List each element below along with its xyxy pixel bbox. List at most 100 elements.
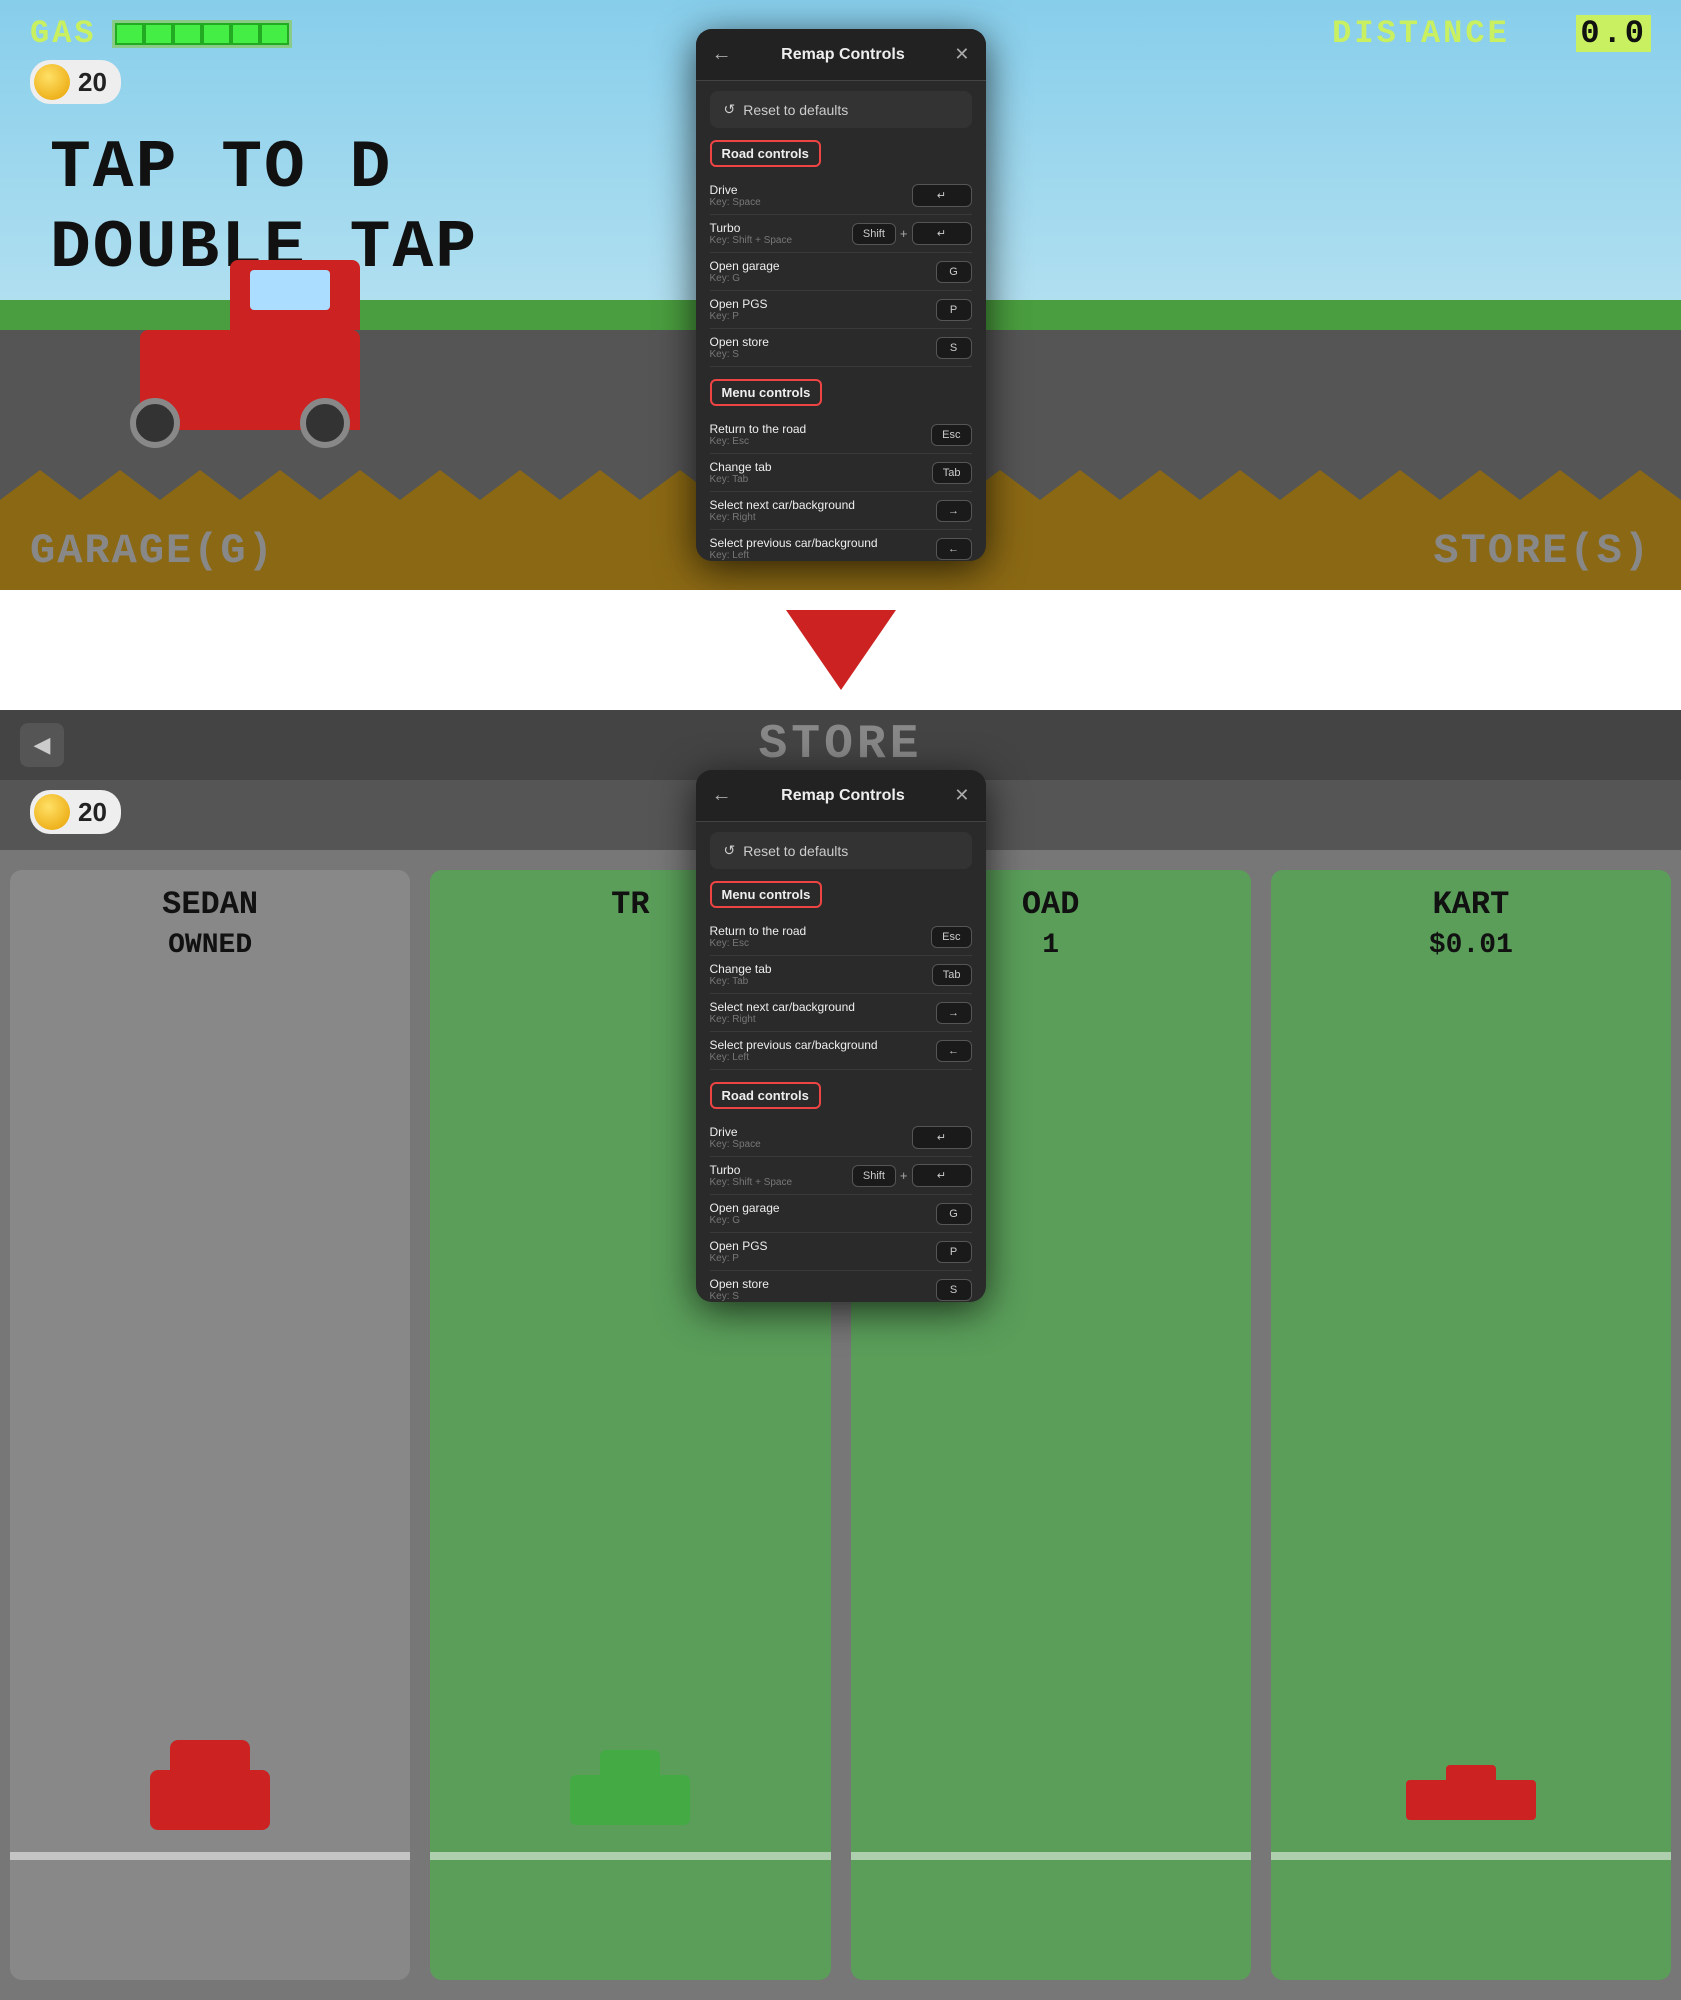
truck-wheel-left (130, 398, 180, 448)
key-btn-store-bottom[interactable]: S (936, 1279, 972, 1301)
control-info-turbo-top: Turbo Key: Shift + Space (710, 221, 793, 246)
modal-back-button-bottom[interactable]: ← (712, 784, 732, 807)
control-row-prev-top: Select previous car/background Key: Left… (710, 530, 972, 561)
control-row-return-top: Return to the road Key: Esc Esc (710, 416, 972, 454)
key-btn-tab-bottom[interactable]: Tab (932, 964, 972, 986)
control-info-drive-bottom: Drive Key: Space (710, 1125, 761, 1150)
control-row-drive-top: Drive Key: Space ↵ (710, 177, 972, 215)
key-btn-garage-top[interactable]: G (936, 261, 972, 283)
gas-label: GAS (30, 15, 97, 52)
modal-close-button-top[interactable]: ✕ (954, 44, 969, 65)
truck-wheel-right (300, 398, 350, 448)
key-btn-left-bottom[interactable]: ← (936, 1040, 972, 1062)
menu-section-spacer-top: Menu controls (710, 379, 972, 416)
modal-body-top: ↺ Reset to defaults Road controls Drive … (696, 81, 986, 561)
control-hint-turbo-bottom: Key: Shift + Space (710, 1177, 793, 1188)
reset-defaults-button-bottom[interactable]: ↺ Reset to defaults (710, 832, 972, 869)
control-info-pgs-top: Open PGS Key: P (710, 297, 768, 322)
truck2-shape (570, 1775, 690, 1825)
down-arrow-icon (786, 610, 896, 690)
control-hint-turbo-top: Key: Shift + Space (710, 235, 793, 246)
control-row-store-bottom: Open store Key: S S (710, 1271, 972, 1302)
control-info-prev-top: Select previous car/background Key: Left (710, 536, 878, 561)
key-btn-esc-top[interactable]: Esc (931, 424, 971, 446)
reset-icon-bottom: ↺ (724, 842, 736, 859)
kart-label: KART (1271, 886, 1671, 923)
truck-window (250, 270, 330, 310)
key-btn-shift-top[interactable]: Shift (852, 223, 896, 245)
key-btn-store-top[interactable]: S (936, 337, 972, 359)
control-hint-drive-bottom: Key: Space (710, 1139, 761, 1150)
kart-car-image (1271, 1700, 1671, 1900)
sedan-shape (150, 1770, 270, 1830)
control-hint-return-top: Key: Esc (710, 436, 807, 447)
road-controls-section-label-top: Road controls (710, 140, 821, 167)
truck2-car-image (430, 1700, 830, 1900)
control-name-next-top: Select next car/background (710, 498, 855, 512)
sedan-road-line (10, 1852, 410, 1860)
control-info-garage-top: Open garage Key: G (710, 259, 780, 284)
truck-cab (230, 260, 360, 330)
control-name-garage-bottom: Open garage (710, 1201, 780, 1215)
plus-sign-top: + (900, 226, 908, 241)
key-btn-esc-bottom[interactable]: Esc (931, 926, 971, 948)
control-hint-garage-top: Key: G (710, 273, 780, 284)
key-btn-drive-top[interactable]: ↵ (912, 184, 972, 207)
control-info-turbo-bottom: Turbo Key: Shift + Space (710, 1163, 793, 1188)
reset-icon-top: ↺ (724, 101, 736, 118)
gas-segment-6 (262, 25, 287, 43)
control-name-next-bottom: Select next car/background (710, 1000, 855, 1014)
key-btn-right-top[interactable]: → (936, 500, 972, 522)
control-name-pgs-top: Open PGS (710, 297, 768, 311)
gas-segment-4 (204, 25, 229, 43)
kart-price: $0.01 (1271, 930, 1671, 961)
control-name-prev-bottom: Select previous car/background (710, 1038, 878, 1052)
control-hint-store-bottom: Key: S (710, 1291, 769, 1302)
control-info-return-bottom: Return to the road Key: Esc (710, 924, 807, 949)
distance-value: 0.0 (1576, 15, 1651, 52)
control-row-next-top: Select next car/background Key: Right → (710, 492, 972, 530)
key-btn-pgs-top[interactable]: P (936, 299, 972, 321)
key-btn-pgs-bottom[interactable]: P (936, 1241, 972, 1263)
control-hint-tab-bottom: Key: Tab (710, 976, 772, 987)
key-btn-tab-top[interactable]: Tab (932, 462, 972, 484)
distance-label: DISTANCE (1332, 15, 1510, 52)
reset-label-top: Reset to defaults (743, 102, 848, 118)
tap-to-drive-text: TAP TO D (50, 130, 392, 207)
remap-controls-modal-bottom: ← Remap Controls ✕ ↺ Reset to defaults M… (696, 770, 986, 1302)
key-btn-drive-bottom[interactable]: ↵ (912, 1126, 972, 1149)
modal-close-button-bottom[interactable]: ✕ (954, 785, 969, 806)
key-btn-shift-bottom[interactable]: Shift (852, 1165, 896, 1187)
control-row-garage-bottom: Open garage Key: G G (710, 1195, 972, 1233)
coin-display-top: 20 (30, 60, 121, 104)
coin-icon-top (34, 64, 70, 100)
control-info-next-top: Select next car/background Key: Right (710, 498, 855, 523)
modal-header-bottom: ← Remap Controls ✕ (696, 770, 986, 822)
remap-controls-modal-top: ← Remap Controls ✕ ↺ Reset to defaults R… (696, 29, 986, 561)
key-btn-right-bottom[interactable]: → (936, 1002, 972, 1024)
control-name-store-top: Open store (710, 335, 769, 349)
coin-display-bottom: 20 (30, 790, 121, 834)
key-btn-garage-bottom[interactable]: G (936, 1203, 972, 1225)
key-btn-left-top[interactable]: ← (936, 538, 972, 560)
kart-road-line (1271, 1852, 1671, 1860)
control-row-drive-bottom: Drive Key: Space ↵ (710, 1119, 972, 1157)
gas-segment-3 (175, 25, 200, 43)
hud-top-left: GAS (30, 15, 292, 52)
key-btn-space-top[interactable]: ↵ (912, 222, 972, 245)
store-label: STORE(S) (1433, 527, 1651, 575)
control-hint-pgs-bottom: Key: P (710, 1253, 768, 1264)
coin-count-top: 20 (78, 67, 107, 98)
plus-sign-bottom: + (900, 1168, 908, 1183)
coin-count-bottom: 20 (78, 797, 107, 828)
store-card-sedan[interactable]: SEDAN OWNED (10, 870, 410, 1980)
bottom-game-screen: ◀ STORE 20 SEDAN OWNED TR OAD 1 (0, 710, 1681, 2000)
modal-back-button-top[interactable]: ← (712, 43, 732, 66)
truck-vehicle (100, 270, 380, 430)
reset-defaults-button-top[interactable]: ↺ Reset to defaults (710, 91, 972, 128)
key-btn-space-bottom[interactable]: ↵ (912, 1164, 972, 1187)
road-card-line (851, 1852, 1251, 1860)
control-hint-prev-bottom: Key: Left (710, 1052, 878, 1063)
control-row-pgs-top: Open PGS Key: P P (710, 291, 972, 329)
store-card-kart[interactable]: KART $0.01 (1271, 870, 1671, 1980)
